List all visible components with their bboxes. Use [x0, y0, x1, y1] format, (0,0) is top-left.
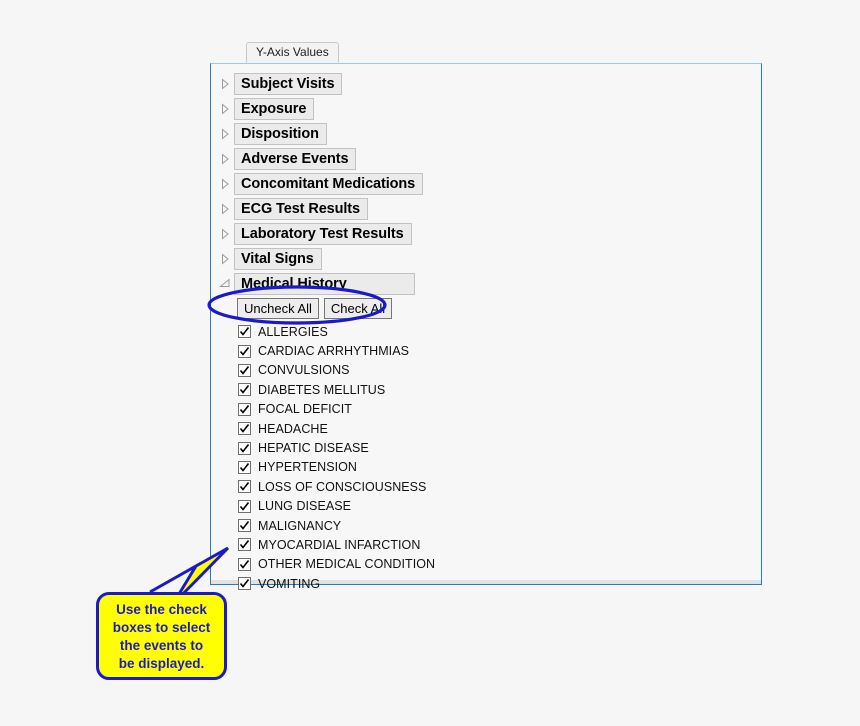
tree-node-concomitant-medications[interactable]: Concomitant Medications: [211, 171, 761, 196]
checkbox-label: OTHER MEDICAL CONDITION: [258, 557, 436, 572]
tree-node-label: ECG Test Results: [234, 197, 368, 220]
checkmark-icon[interactable]: [238, 577, 251, 591]
checkmark-icon[interactable]: [238, 383, 251, 397]
tree-node-label: Laboratory Test Results: [234, 222, 412, 245]
checkbox-item[interactable]: HEADACHE: [238, 419, 761, 438]
checkbox-item[interactable]: LOSS OF CONSCIOUSNESS: [238, 477, 761, 496]
checkmark-icon[interactable]: [238, 499, 251, 513]
callout-line: be displayed.: [118, 656, 205, 671]
collapsed-triangle-icon[interactable]: [218, 202, 232, 216]
collapsed-triangle-icon[interactable]: [218, 102, 232, 116]
collapsed-triangle-icon[interactable]: [218, 127, 232, 141]
collapsed-triangle-icon[interactable]: [218, 77, 232, 91]
collapsed-triangle-icon[interactable]: [218, 177, 232, 191]
checkmark-icon[interactable]: [238, 460, 251, 474]
checkbox-item[interactable]: ALLERGIES: [238, 322, 761, 341]
tab-strip: Y-Axis Values: [210, 42, 762, 64]
tree-node-label: Vital Signs: [234, 247, 322, 270]
checkbox-item[interactable]: VOMITING: [238, 574, 761, 593]
checkbox-label: MYOCARDIAL INFARCTION: [258, 537, 421, 552]
checkmark-icon[interactable]: [238, 538, 251, 552]
tree-node-label: Disposition: [234, 122, 327, 145]
checkbox-label: CARDIAC ARRHYTHMIAS: [258, 344, 409, 359]
check-controls-row: Uncheck All Check All: [211, 297, 761, 320]
tree-node-label: Subject Visits: [234, 72, 343, 95]
tree-node-ecg-test-results[interactable]: ECG Test Results: [211, 196, 761, 221]
checkbox-label: LUNG DISEASE: [258, 499, 351, 514]
category-tree: Subject Visits Exposure Disposition Adve…: [211, 64, 761, 593]
checkmark-icon[interactable]: [238, 325, 251, 339]
tab-label: Y-Axis Values: [256, 45, 329, 59]
tree-node-subject-visits[interactable]: Subject Visits: [211, 71, 761, 96]
tree-node-disposition[interactable]: Disposition: [211, 121, 761, 146]
tree-node-laboratory-test-results[interactable]: Laboratory Test Results: [211, 221, 761, 246]
checkmark-icon[interactable]: [238, 402, 251, 416]
checkbox-label: ALLERGIES: [258, 324, 328, 339]
checkbox-item[interactable]: HEPATIC DISEASE: [238, 438, 761, 457]
collapsed-triangle-icon[interactable]: [218, 227, 232, 241]
checkmark-icon[interactable]: [238, 441, 251, 455]
checkbox-label: CONVULSIONS: [258, 363, 350, 378]
checkbox-label: LOSS OF CONSCIOUSNESS: [258, 479, 427, 494]
tree-node-medical-history[interactable]: Medical History: [211, 271, 761, 296]
callout-line: boxes to select: [112, 620, 211, 635]
checkmark-icon[interactable]: [238, 480, 251, 494]
checkbox-label: HEADACHE: [258, 421, 328, 436]
checkbox-item[interactable]: HYPERTENSION: [238, 458, 761, 477]
checkbox-item[interactable]: DIABETES MELLITUS: [238, 380, 761, 399]
tree-node-adverse-events[interactable]: Adverse Events: [211, 146, 761, 171]
callout-line: Use the check: [116, 602, 207, 617]
checkbox-label: HYPERTENSION: [258, 460, 358, 475]
checkbox-item[interactable]: CARDIAC ARRHYTHMIAS: [238, 341, 761, 360]
checkbox-label: VOMITING: [258, 576, 321, 591]
checkmark-icon[interactable]: [238, 557, 251, 571]
checkbox-item[interactable]: OTHER MEDICAL CONDITION: [238, 555, 761, 574]
checkbox-item[interactable]: CONVULSIONS: [238, 361, 761, 380]
collapsed-triangle-icon[interactable]: [218, 152, 232, 166]
uncheck-all-button[interactable]: Uncheck All: [237, 298, 319, 319]
check-all-button[interactable]: Check All: [323, 298, 393, 319]
y-axis-values-panel: Subject Visits Exposure Disposition Adve…: [210, 63, 762, 591]
callout-bubble: Use the check boxes to select the events…: [96, 592, 227, 680]
medical-history-checkbox-list: ALLERGIES CARDIAC ARRHYTHMIAS CONVULSION…: [211, 322, 761, 593]
tree-node-exposure[interactable]: Exposure: [211, 96, 761, 121]
tree-node-label: Exposure: [234, 97, 315, 120]
checkmark-icon[interactable]: [238, 519, 251, 533]
checkbox-label: HEPATIC DISEASE: [258, 441, 369, 456]
checkbox-item[interactable]: LUNG DISEASE: [238, 497, 761, 516]
tree-node-label: Adverse Events: [234, 147, 357, 170]
expanded-triangle-icon[interactable]: [218, 277, 232, 291]
checkbox-label: MALIGNANCY: [258, 518, 342, 533]
checkmark-icon[interactable]: [238, 344, 251, 358]
checkmark-icon[interactable]: [238, 363, 251, 377]
tree-node-vital-signs[interactable]: Vital Signs: [211, 246, 761, 271]
collapsed-triangle-icon[interactable]: [218, 252, 232, 266]
tab-y-axis-values[interactable]: Y-Axis Values: [246, 42, 339, 63]
checkbox-item[interactable]: FOCAL DEFICIT: [238, 400, 761, 419]
checkmark-icon[interactable]: [238, 422, 251, 436]
checkbox-label: DIABETES MELLITUS: [258, 382, 386, 397]
checkbox-label: FOCAL DEFICIT: [258, 402, 352, 417]
callout-line: the events to: [119, 638, 204, 653]
tree-node-label: Medical History: [234, 272, 415, 295]
checkbox-item[interactable]: MYOCARDIAL INFARCTION: [238, 535, 761, 554]
tree-node-label: Concomitant Medications: [234, 172, 424, 195]
checkbox-item[interactable]: MALIGNANCY: [238, 516, 761, 535]
